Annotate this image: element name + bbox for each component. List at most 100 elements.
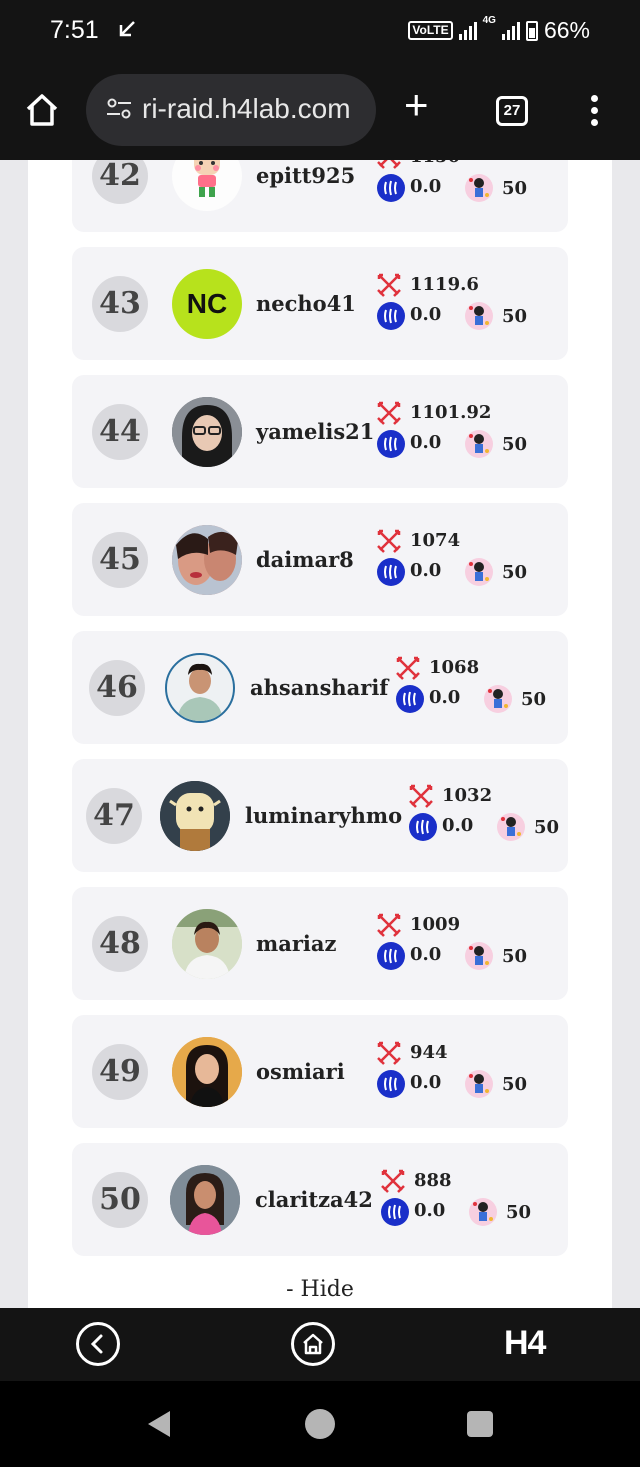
player-stats: 1074 0.0 50	[376, 528, 536, 588]
pet-sticker-icon	[497, 813, 525, 841]
rank-badge: 46	[89, 660, 145, 716]
crossed-swords-icon	[377, 401, 401, 425]
steem-coin-icon	[377, 1070, 405, 1098]
hide-link[interactable]: - Hide	[0, 1277, 640, 1302]
player-stats: 944 0.0 50	[376, 1040, 536, 1100]
username[interactable]: claritza42	[255, 1187, 373, 1212]
steem-coin-icon	[377, 302, 405, 330]
home-circle-icon[interactable]	[304, 1408, 336, 1440]
battery-icon	[525, 20, 538, 41]
clock: 7:51	[50, 16, 99, 44]
score: 1101.92	[410, 402, 492, 423]
score: 1032	[442, 785, 493, 806]
leaderboard-row: 48 mariaz 1009 0.0 50	[72, 887, 568, 1000]
crossed-swords-icon	[381, 1169, 405, 1193]
username[interactable]: luminaryhmo	[245, 803, 402, 828]
steem-balance: 0.0	[410, 1072, 442, 1093]
back-button[interactable]	[76, 1322, 120, 1366]
player-stats: 1068 0.0 50	[395, 655, 555, 715]
leaderboard-row: 46 ahsansharif 1068 0.0 50	[72, 631, 568, 744]
pet-sticker-icon	[469, 1198, 497, 1226]
back-triangle-icon[interactable]	[144, 1409, 174, 1439]
avatar[interactable]	[172, 909, 242, 979]
steem-balance: 0.0	[410, 176, 442, 197]
avatar[interactable]	[170, 1165, 240, 1235]
avatar[interactable]	[172, 1037, 242, 1107]
score: 1119.6	[410, 274, 479, 295]
username[interactable]: mariaz	[256, 931, 336, 956]
steem-coin-icon	[377, 430, 405, 458]
pet-count: 50	[521, 689, 547, 710]
avatar[interactable]	[172, 397, 242, 467]
rank-badge: 50	[92, 1172, 148, 1228]
steem-balance: 0.0	[429, 687, 461, 708]
home-button[interactable]	[291, 1322, 335, 1366]
home-icon[interactable]	[22, 90, 62, 130]
brand-logo[interactable]: H4	[504, 1324, 546, 1363]
steem-coin-icon	[377, 174, 405, 202]
pet-sticker-icon	[465, 302, 493, 330]
steem-coin-icon	[381, 1198, 409, 1226]
score: 888	[414, 1170, 452, 1191]
avatar[interactable]	[172, 525, 242, 595]
browser-toolbar: ri-raid.h4lab.com + 27	[0, 62, 640, 160]
site-settings-icon[interactable]	[106, 98, 132, 120]
username[interactable]: daimar8	[256, 547, 354, 572]
avatar[interactable]: NC	[172, 269, 242, 339]
leaderboard-row: 42 epitt925 1150 0.0 50	[72, 160, 568, 232]
score: 944	[410, 1042, 448, 1063]
score: 1068	[429, 657, 480, 678]
battery-level: 66%	[543, 17, 590, 43]
steem-balance: 0.0	[442, 815, 474, 836]
rank-badge: 42	[92, 160, 148, 204]
leaderboard-row: 50 claritza42 888 0.0 50	[72, 1143, 568, 1256]
avatar[interactable]	[160, 781, 230, 851]
signal-icon	[458, 21, 477, 40]
username[interactable]: yamelis21	[256, 419, 374, 444]
score: 1009	[410, 914, 461, 935]
player-stats: 1119.6 0.0 50	[376, 272, 536, 332]
avatar[interactable]	[165, 653, 235, 723]
more-menu-icon[interactable]	[591, 95, 599, 131]
network-type: 4G	[482, 15, 496, 26]
address-bar[interactable]: ri-raid.h4lab.com	[86, 74, 376, 146]
player-stats: 1101.92 0.0 50	[376, 400, 536, 460]
steem-balance: 0.0	[410, 944, 442, 965]
username[interactable]: epitt925	[256, 163, 355, 188]
home-icon	[303, 1333, 323, 1355]
steem-coin-icon	[396, 685, 424, 713]
pet-count: 50	[506, 1202, 532, 1223]
pet-count: 50	[502, 562, 528, 583]
pet-sticker-icon	[484, 685, 512, 713]
username[interactable]: ahsansharif	[250, 675, 388, 700]
pet-sticker-icon	[465, 174, 493, 202]
pet-count: 50	[502, 1074, 528, 1095]
username[interactable]: necho41	[256, 291, 356, 316]
new-tab-icon[interactable]: +	[404, 84, 429, 126]
crossed-swords-icon	[409, 784, 433, 808]
recents-square-icon[interactable]	[466, 1410, 494, 1438]
steem-coin-icon	[377, 558, 405, 586]
player-stats: 1150 0.0 50	[376, 160, 536, 204]
pet-count: 50	[502, 946, 528, 967]
pet-sticker-icon	[465, 1070, 493, 1098]
rank-badge: 49	[92, 1044, 148, 1100]
page-content: 42 epitt925 1150 0.0 50 43 NC necho41 11…	[0, 160, 640, 1308]
rank-badge: 47	[86, 788, 142, 844]
steem-balance: 0.0	[410, 560, 442, 581]
rank-badge: 44	[92, 404, 148, 460]
crossed-swords-icon	[377, 1041, 401, 1065]
avatar[interactable]	[172, 160, 242, 211]
system-nav-bar	[0, 1381, 640, 1467]
steem-balance: 0.0	[410, 432, 442, 453]
steem-balance: 0.0	[414, 1200, 446, 1221]
avatar-initials: NC	[186, 288, 228, 319]
crossed-swords-icon	[377, 913, 401, 937]
username[interactable]: osmiari	[256, 1059, 345, 1084]
tab-switcher-button[interactable]: 27	[496, 96, 528, 126]
rank-badge: 43	[92, 276, 148, 332]
signal-icon-2	[501, 21, 520, 40]
crossed-swords-icon	[377, 273, 401, 297]
status-icons: VoLTE 4G 66%	[408, 15, 590, 44]
volte-badge: VoLTE	[408, 21, 453, 40]
